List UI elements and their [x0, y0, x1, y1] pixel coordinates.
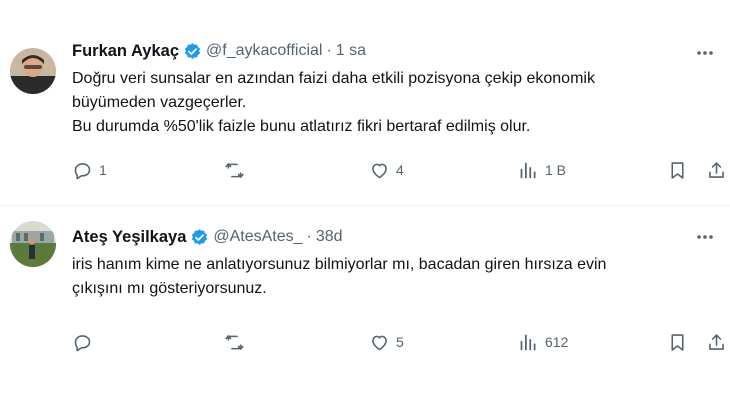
- share-icon: [709, 333, 724, 350]
- more-icon[interactable]: [694, 42, 716, 64]
- bookmark-button[interactable]: [667, 157, 688, 183]
- share-button[interactable]: [706, 157, 727, 183]
- author-handle[interactable]: @AtesAtes_: [213, 228, 302, 246]
- view-count: 612: [545, 334, 569, 350]
- bookmark-button[interactable]: [667, 329, 688, 355]
- share-button[interactable]: [706, 329, 727, 355]
- like-icon: [372, 163, 387, 178]
- separator: ·: [326, 42, 332, 59]
- retweet-button[interactable]: [224, 329, 245, 355]
- tweet-header: Furkan Aykaç @f_aykacofficial · 1 sa: [72, 38, 730, 64]
- avatar[interactable]: [10, 221, 56, 267]
- retweet-icon: [225, 162, 244, 178]
- verified-badge-icon: [190, 228, 209, 247]
- more-icon[interactable]: [694, 226, 716, 248]
- author-name[interactable]: Ateş Yeşilkaya: [72, 228, 186, 247]
- bookmark-icon: [671, 333, 684, 351]
- retweet-icon: [225, 334, 244, 350]
- tweet-text-line: çıkışını mı gösteriyorsunuz.: [72, 280, 267, 297]
- views-icon: [520, 334, 536, 350]
- reply-button[interactable]: 1: [72, 157, 107, 183]
- like-count: 4: [396, 162, 404, 178]
- timestamp[interactable]: 1 sa: [336, 42, 366, 60]
- action-bar: 1 4 1 B: [72, 157, 730, 187]
- separator: ·: [306, 228, 312, 245]
- tweet-text: Doğru veri sunsalar en azından faizi dah…: [72, 67, 730, 139]
- action-bar: 5 612: [72, 329, 730, 359]
- reply-icon: [74, 334, 91, 351]
- like-count: 5: [396, 334, 404, 350]
- verified-badge-icon: [183, 42, 202, 61]
- avatar[interactable]: [10, 48, 56, 94]
- like-button[interactable]: 5: [369, 329, 404, 355]
- tweet-text-line: büyümeden vazgeçerler.: [72, 94, 247, 111]
- tweet-text-line: iris hanım kime ne anlatıyorsunuz bilmiy…: [72, 256, 607, 273]
- share-icon: [709, 161, 724, 178]
- views-button[interactable]: 612: [518, 329, 568, 355]
- views-button[interactable]: 1 B: [518, 157, 566, 183]
- timestamp[interactable]: 38d: [316, 228, 343, 246]
- reply-icon: [74, 162, 91, 179]
- view-count: 1 B: [545, 162, 567, 178]
- author-name[interactable]: Furkan Aykaç: [72, 42, 179, 61]
- tweet-text-line: Doğru veri sunsalar en azından faizi dah…: [72, 70, 595, 87]
- reply-button[interactable]: [72, 329, 93, 355]
- views-icon: [520, 162, 536, 178]
- like-icon: [372, 335, 387, 350]
- tweet-2[interactable]: Ateş Yeşilkaya @AtesAtes_ · 38d iris han…: [0, 208, 730, 420]
- retweet-button[interactable]: [224, 157, 245, 183]
- tweet-text: iris hanım kime ne anlatıyorsunuz bilmiy…: [72, 253, 730, 301]
- reply-count: 1: [99, 162, 107, 178]
- tweet-1[interactable]: Furkan Aykaç @f_aykacofficial · 1 sa Doğ…: [0, 0, 730, 208]
- tweet-header: Ateş Yeşilkaya @AtesAtes_ · 38d: [72, 224, 730, 250]
- bookmark-icon: [671, 161, 684, 179]
- like-button[interactable]: 4: [369, 157, 404, 183]
- author-handle[interactable]: @f_aykacofficial: [206, 42, 322, 60]
- tweet-divider: [0, 205, 730, 206]
- tweet-text-line: Bu durumda %50'lik faizle bunu atlatırız…: [72, 118, 531, 135]
